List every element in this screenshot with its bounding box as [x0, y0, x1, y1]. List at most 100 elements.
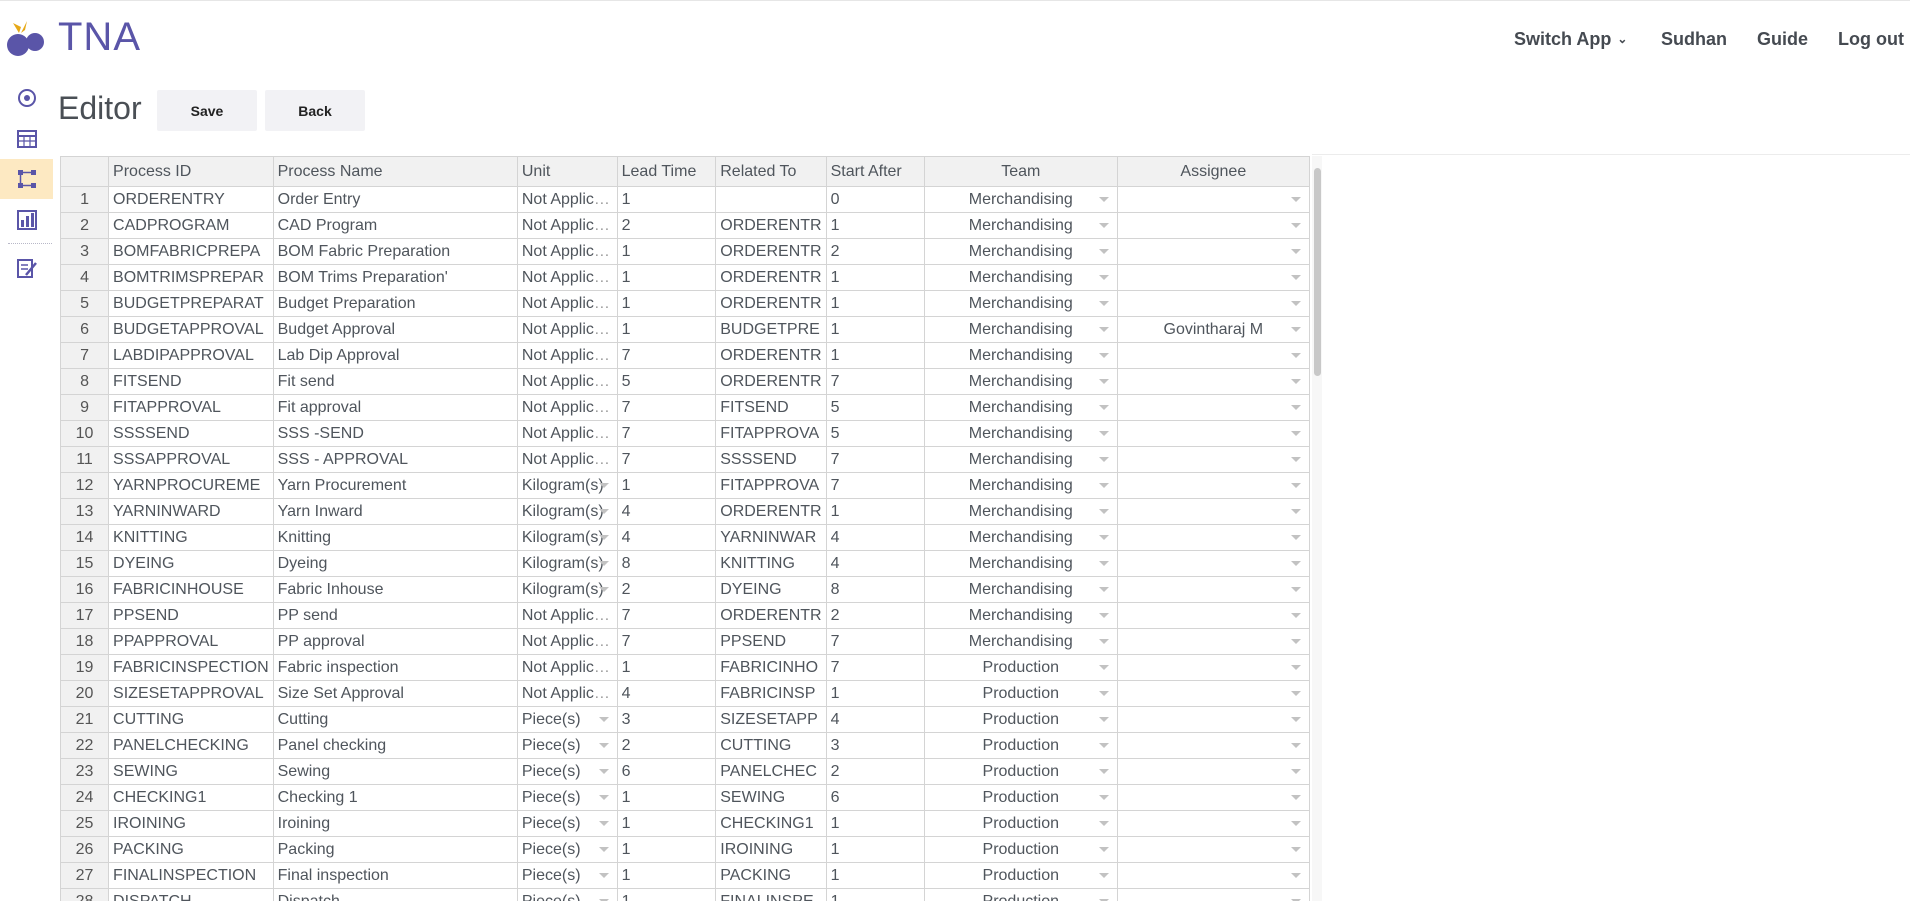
dropdown-arrow-icon[interactable] — [598, 847, 609, 852]
dropdown-arrow-icon[interactable] — [1098, 769, 1109, 774]
table-row[interactable]: 28 DISPATCH Dispatch Piece(s) 1 FINALINSPE 1 Pr… — [60, 888, 1310, 901]
assignee-cell[interactable] — [1116, 810, 1310, 837]
unit-cell[interactable]: Not Applic… — [516, 394, 618, 421]
assignee-cell[interactable] — [1116, 602, 1310, 629]
related-to-cell[interactable]: CUTTING — [715, 732, 827, 759]
team-cell[interactable]: Production — [923, 732, 1118, 759]
table-row[interactable]: 27 FINALINSPECTION Final inspection Piece(s… — [60, 862, 1310, 889]
start-after-cell[interactable]: 5 — [825, 394, 925, 421]
dropdown-arrow-icon[interactable] — [1098, 483, 1109, 488]
start-after-cell[interactable]: 1 — [825, 342, 925, 369]
assignee-cell[interactable] — [1116, 784, 1310, 811]
process-name-cell[interactable]: BOM Trims Preparation' — [272, 264, 518, 291]
assignee-cell[interactable] — [1116, 498, 1310, 525]
team-cell[interactable]: Merchandising — [923, 446, 1118, 473]
switch-app-menu[interactable]: Switch App ⌄ — [1514, 29, 1627, 50]
related-to-cell[interactable]: SIZESETAPP — [715, 706, 827, 733]
assignee-cell[interactable] — [1116, 524, 1310, 551]
lead-time-cell[interactable]: 7 — [616, 602, 717, 629]
related-to-cell[interactable]: FABRICINHO — [715, 654, 827, 681]
unit-cell[interactable]: Not Applic… — [516, 186, 618, 213]
process-id-cell[interactable]: DISPATCH — [108, 888, 274, 901]
assignee-cell[interactable] — [1116, 758, 1310, 785]
unit-cell[interactable]: Piece(s) — [516, 758, 618, 785]
process-id-cell[interactable]: CADPROGRAM — [108, 212, 274, 239]
related-to-cell[interactable] — [715, 186, 827, 213]
team-cell[interactable]: Merchandising — [923, 628, 1118, 655]
related-to-cell[interactable]: KNITTING — [715, 550, 827, 577]
unit-cell[interactable]: Piece(s) — [516, 810, 618, 837]
assignee-cell[interactable] — [1116, 212, 1310, 239]
dropdown-arrow-icon[interactable] — [1291, 379, 1301, 384]
lead-time-cell[interactable]: 1 — [616, 888, 717, 901]
start-after-cell[interactable]: 7 — [825, 368, 925, 395]
team-cell[interactable]: Merchandising — [923, 498, 1118, 525]
assignee-cell[interactable] — [1116, 420, 1310, 447]
table-row[interactable]: 1 ORDERENTRY Order Entry Not Applic… 1 0 Merch… — [60, 186, 1310, 213]
process-name-cell[interactable]: Dyeing — [272, 550, 518, 577]
assignee-cell[interactable] — [1116, 368, 1310, 395]
unit-cell[interactable]: Not Applic… — [516, 264, 618, 291]
process-id-cell[interactable]: FABRICINSPECTION — [108, 654, 274, 681]
dropdown-arrow-icon[interactable] — [1291, 405, 1301, 410]
process-id-cell[interactable]: PPAPPROVAL — [108, 628, 274, 655]
process-name-cell[interactable]: Checking 1 — [272, 784, 518, 811]
dropdown-arrow-icon[interactable] — [1291, 431, 1301, 436]
dropdown-arrow-icon[interactable] — [1098, 223, 1109, 228]
process-id-cell[interactable]: SSSAPPROVAL — [108, 446, 274, 473]
process-name-cell[interactable]: Final inspection — [272, 862, 518, 889]
team-cell[interactable]: Merchandising — [923, 576, 1118, 603]
process-id-cell[interactable]: CHECKING1 — [108, 784, 274, 811]
lead-time-cell[interactable]: 4 — [616, 524, 717, 551]
team-cell[interactable]: Merchandising — [923, 420, 1118, 447]
team-cell[interactable]: Production — [923, 680, 1118, 707]
team-cell[interactable]: Production — [923, 784, 1118, 811]
team-cell[interactable]: Merchandising — [923, 290, 1118, 317]
related-to-cell[interactable]: FINALINSPE — [715, 888, 827, 901]
dropdown-arrow-icon[interactable] — [1291, 769, 1301, 774]
lead-time-cell[interactable]: 2 — [616, 576, 717, 603]
team-cell[interactable]: Production — [923, 810, 1118, 837]
dropdown-arrow-icon[interactable] — [1098, 561, 1109, 566]
team-cell[interactable]: Merchandising — [923, 394, 1118, 421]
team-cell[interactable]: Production — [923, 706, 1118, 733]
table-row[interactable]: 13 YARNINWARD Yarn Inward Kilogram(s) 4 ORDER… — [60, 498, 1310, 525]
lead-time-cell[interactable]: 1 — [616, 316, 717, 343]
team-cell[interactable]: Merchandising — [923, 368, 1118, 395]
related-to-cell[interactable]: ORDERENTR — [715, 368, 827, 395]
start-after-cell[interactable]: 1 — [825, 680, 925, 707]
lead-time-cell[interactable]: 1 — [616, 862, 717, 889]
process-name-cell[interactable]: Fit send — [272, 368, 518, 395]
column-header[interactable]: Start After — [825, 156, 925, 187]
lead-time-cell[interactable]: 1 — [616, 784, 717, 811]
dropdown-arrow-icon[interactable] — [1291, 223, 1301, 228]
assignee-cell[interactable] — [1116, 628, 1310, 655]
related-to-cell[interactable]: ORDERENTR — [715, 290, 827, 317]
lead-time-cell[interactable]: 1 — [616, 472, 717, 499]
assignee-cell[interactable] — [1116, 706, 1310, 733]
unit-cell[interactable]: Piece(s) — [516, 862, 618, 889]
unit-cell[interactable]: Not Applic… — [516, 602, 618, 629]
related-to-cell[interactable]: ORDERENTR — [715, 212, 827, 239]
dropdown-arrow-icon[interactable] — [1098, 301, 1109, 306]
start-after-cell[interactable]: 1 — [825, 888, 925, 901]
team-cell[interactable]: Merchandising — [923, 186, 1118, 213]
process-name-cell[interactable]: Packing — [272, 836, 518, 863]
related-to-cell[interactable]: ORDERENTR — [715, 602, 827, 629]
process-name-cell[interactable]: Lab Dip Approval — [272, 342, 518, 369]
dropdown-arrow-icon[interactable] — [1291, 249, 1301, 254]
table-row[interactable]: 10 SSSSEND SSS -SEND Not Applic… 7 FITAPPROVA… — [60, 420, 1310, 447]
assignee-cell[interactable] — [1116, 446, 1310, 473]
process-id-cell[interactable]: DYEING — [108, 550, 274, 577]
process-id-cell[interactable]: PACKING — [108, 836, 274, 863]
dropdown-arrow-icon[interactable] — [598, 535, 609, 540]
table-row[interactable]: 2 CADPROGRAM CAD Program Not Applic… 2 ORDERE… — [60, 212, 1310, 239]
assignee-cell[interactable] — [1116, 836, 1310, 863]
table-row[interactable]: 20 SIZESETAPPROVAL Size Set Approval Not Ap… — [60, 680, 1310, 707]
assignee-cell[interactable] — [1116, 186, 1310, 213]
sidebar-item-target[interactable] — [0, 78, 53, 118]
dropdown-arrow-icon[interactable] — [1098, 249, 1109, 254]
unit-cell[interactable]: Piece(s) — [516, 836, 618, 863]
lead-time-cell[interactable]: 7 — [616, 628, 717, 655]
unit-cell[interactable]: Kilogram(s) — [516, 550, 618, 577]
